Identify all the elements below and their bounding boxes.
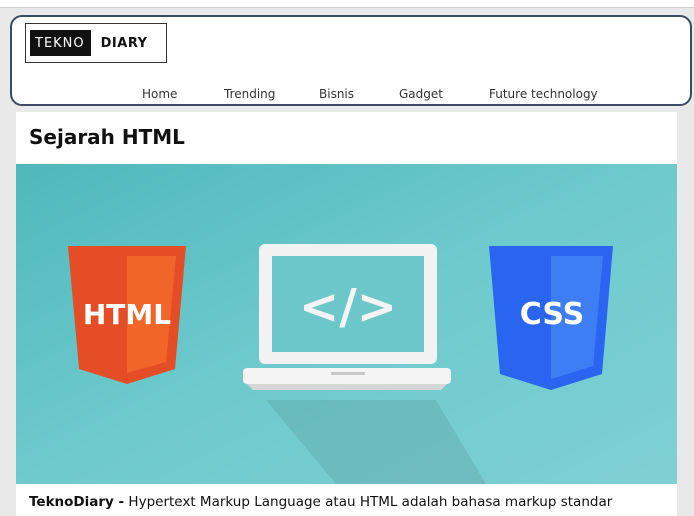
main-nav: Home Trending Bisnis Gadget Future techn… (12, 87, 690, 105)
html-badge: HTML (68, 246, 186, 384)
article-title: Sejarah HTML (29, 125, 185, 149)
hero-image: HTML </> CSS (16, 164, 677, 484)
nav-link-bisnis[interactable]: Bisnis (319, 87, 354, 101)
browser-top-edge (0, 0, 694, 8)
article-lead-paragraph: TeknoDiary - Hypertext Markup Language a… (29, 494, 612, 510)
css-badge-label: CSS (520, 297, 584, 332)
article-content: Sejarah HTML HTML </> CSS TeknoDiary - H… (16, 112, 677, 516)
article-lead-text: Hypertext Markup Language atau HTML adal… (124, 494, 613, 510)
nav-link-home[interactable]: Home (142, 87, 177, 101)
html-badge-label: HTML (83, 298, 171, 331)
nav-link-future-technology[interactable]: Future technology (489, 87, 598, 101)
article-lead-source: TeknoDiary - (29, 494, 125, 510)
site-logo[interactable]: TEKNO DIARY (25, 23, 167, 63)
site-header: TEKNO DIARY Home Trending Bisnis Gadget … (10, 15, 692, 106)
logo-text-diary: DIARY (100, 35, 148, 51)
code-symbol: </> (299, 279, 397, 335)
nav-link-trending[interactable]: Trending (224, 87, 275, 101)
css-badge: CSS (489, 246, 613, 390)
nav-link-gadget[interactable]: Gadget (399, 87, 443, 101)
logo-text-tekno: TEKNO (30, 30, 91, 56)
